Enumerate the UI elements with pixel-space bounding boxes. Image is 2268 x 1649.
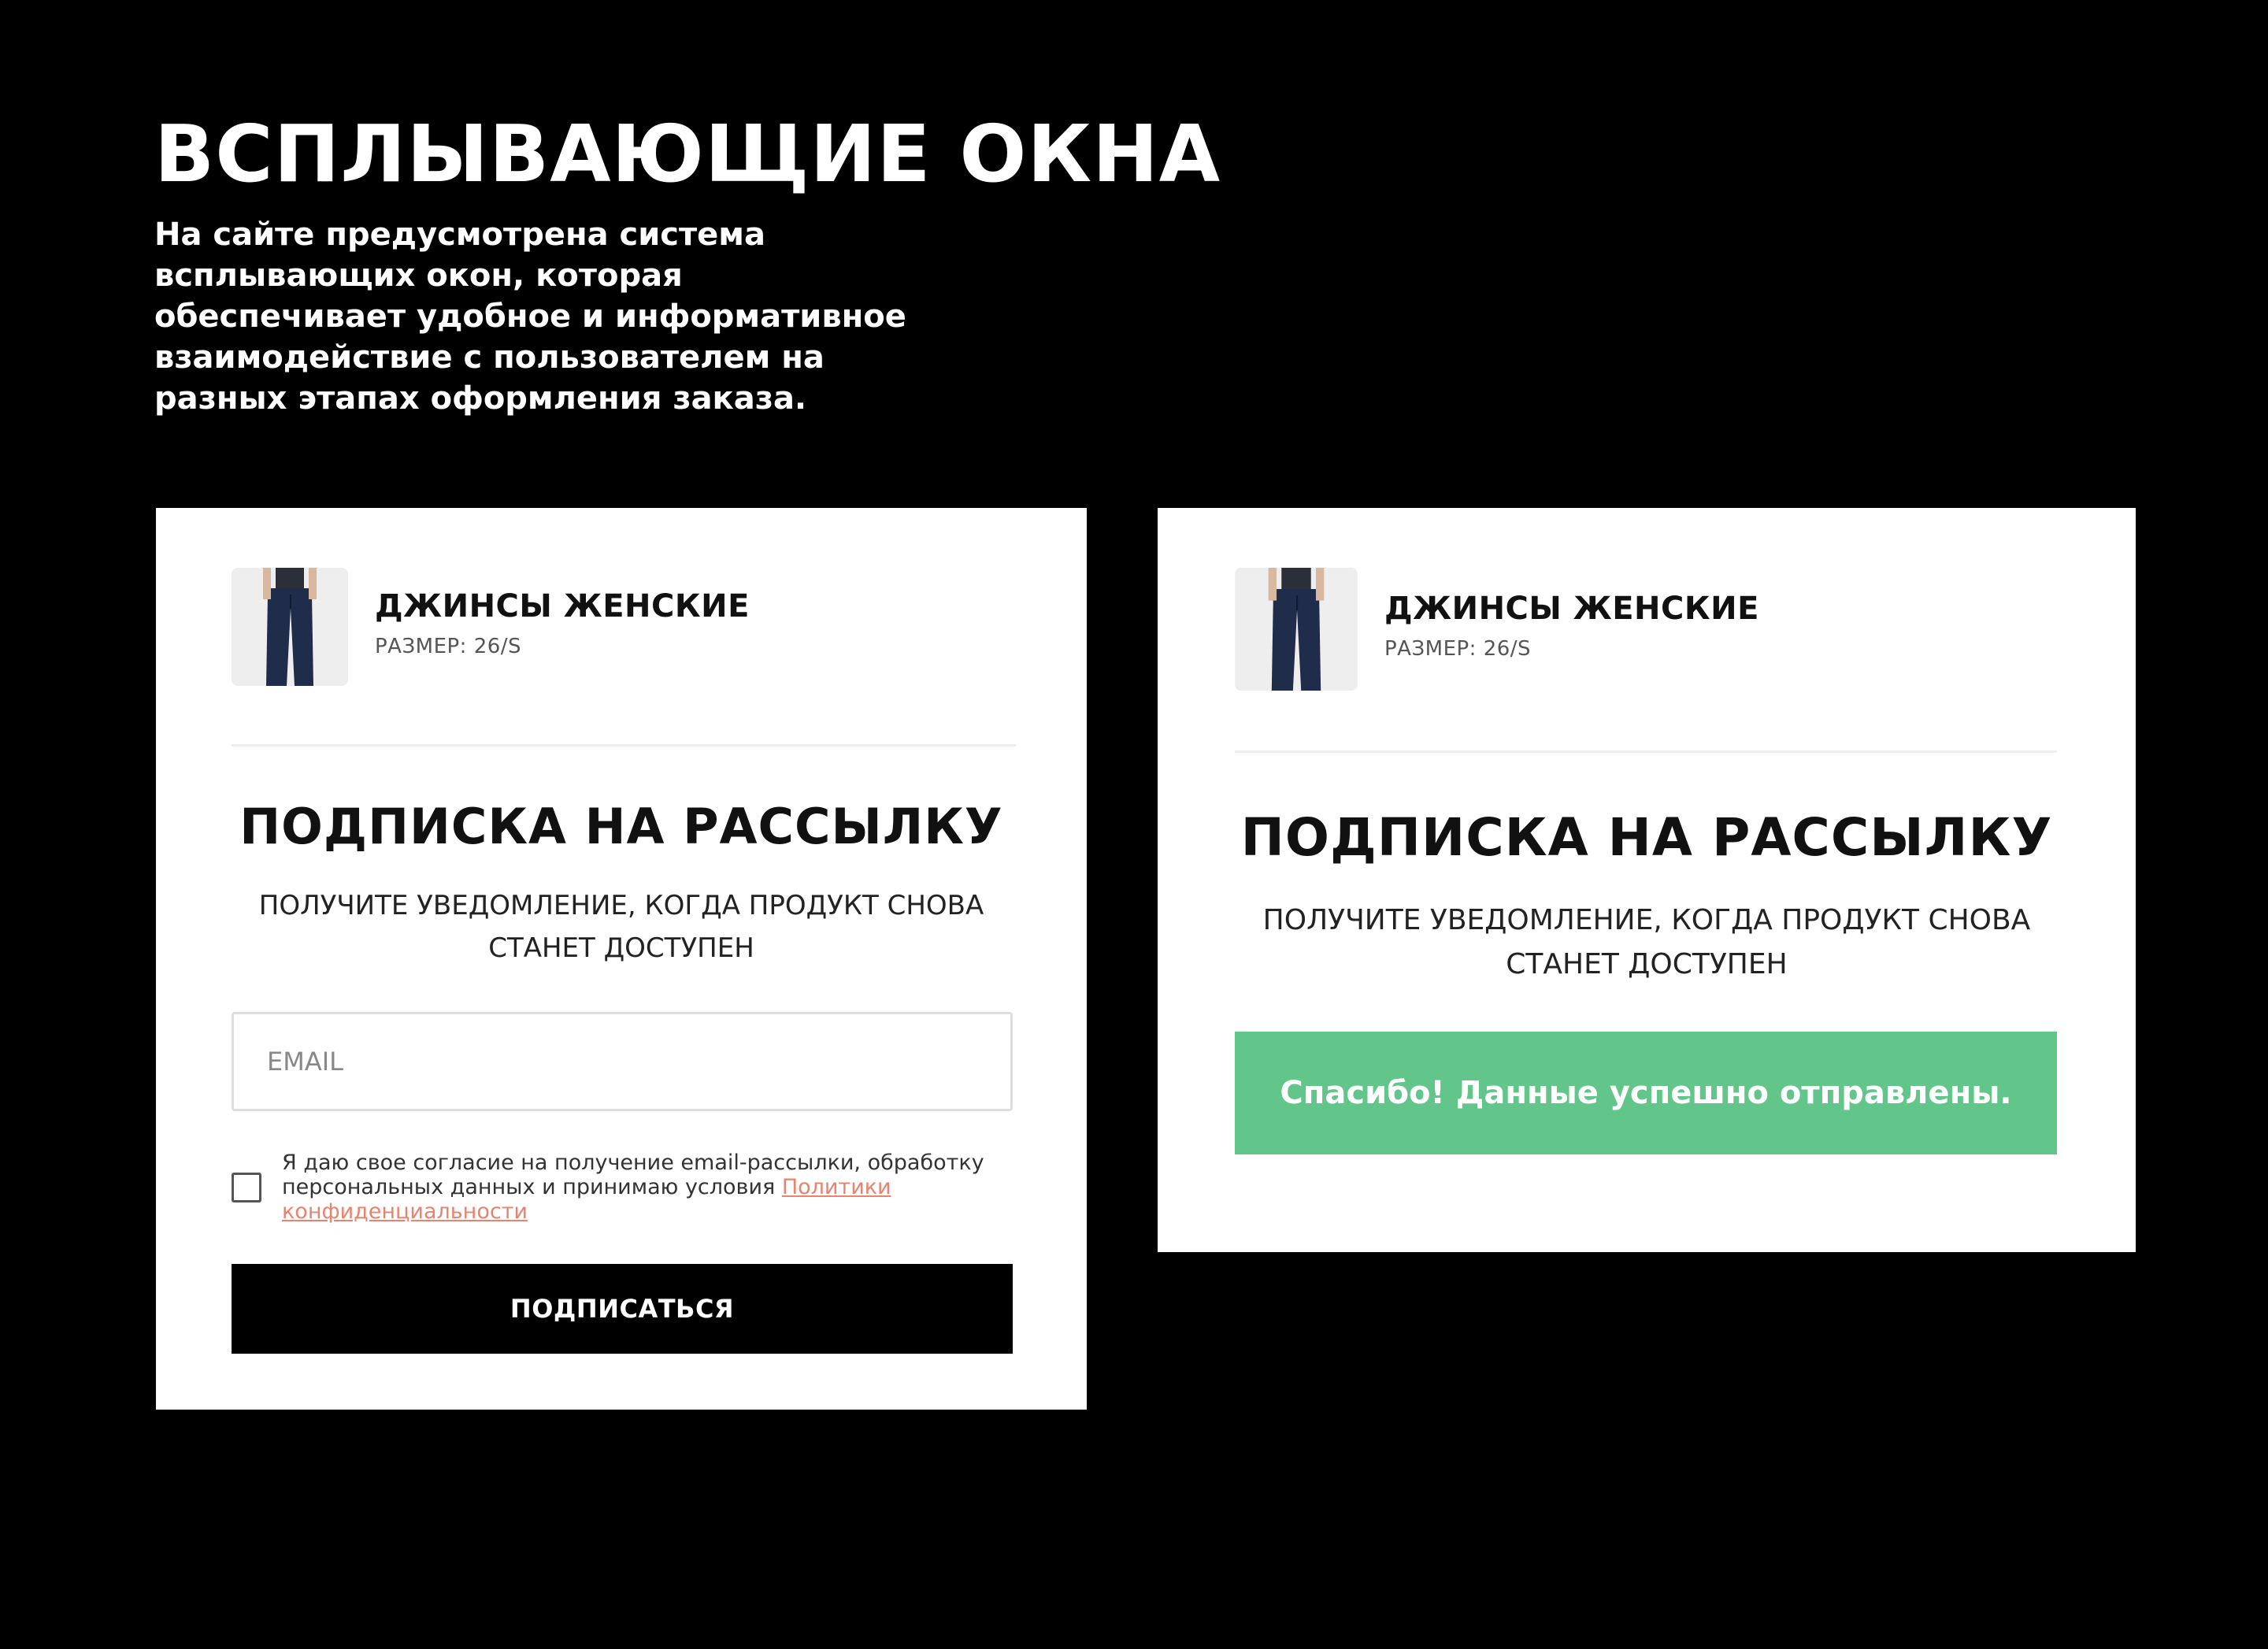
- page-description: На сайте предусмотрена система всплывающ…: [154, 217, 906, 417]
- consent-checkbox[interactable]: [232, 1173, 261, 1202]
- subscribe-subtitle: ПОЛУЧИТЕ УВЕДОМЛЕНИЕ, КОГДА ПРОДУКТ СНОВ…: [258, 890, 984, 964]
- divider: [1235, 750, 2057, 753]
- product-name: ДЖИНСЫ ЖЕНСКИЕ: [375, 588, 750, 624]
- product-image: [232, 568, 348, 686]
- divider: [232, 744, 1016, 747]
- subscribe-title: ПОДПИСКА НА РАССЫЛКУ: [239, 798, 1003, 855]
- product-image: [1235, 568, 1358, 691]
- product-size: РАЗМЕР: 26/S: [1384, 637, 1532, 661]
- product-summary: ДЖИНСЫ ЖЕНСКИЕ РАЗМЕР: 26/S: [232, 568, 750, 686]
- product-size: РАЗМЕР: 26/S: [375, 635, 522, 658]
- success-popup: ДЖИНСЫ ЖЕНСКИЕ РАЗМЕР: 26/S ПОДПИСКА НА …: [1158, 508, 2136, 1252]
- subscribe-popup: ДЖИНСЫ ЖЕНСКИЕ РАЗМЕР: 26/S ПОДПИСКА НА …: [156, 508, 1087, 1410]
- jeans-icon: [232, 568, 348, 686]
- success-message: Спасибо! Данные успешно отправлены.: [1235, 1032, 2057, 1154]
- email-input[interactable]: [232, 1012, 1013, 1111]
- subscribe-title: ПОДПИСКА НА РАССЫЛКУ: [1240, 807, 2053, 868]
- jeans-icon: [1236, 568, 1357, 691]
- product-name: ДЖИНСЫ ЖЕНСКИЕ: [1384, 591, 1759, 627]
- page-title: ВСПЛЫВАЮЩИЕ ОКНА: [154, 108, 1221, 200]
- subscribe-button[interactable]: ПОДПИСАТЬСЯ: [232, 1264, 1013, 1354]
- product-summary: ДЖИНСЫ ЖЕНСКИЕ РАЗМЕР: 26/S: [1235, 568, 1759, 691]
- consent-text: Я даю свое согласие на получение email-р…: [282, 1151, 1014, 1224]
- subscribe-subtitle: ПОЛУЧИТЕ УВЕДОМЛЕНИЕ, КОГДА ПРОДУКТ СНОВ…: [1262, 904, 2031, 980]
